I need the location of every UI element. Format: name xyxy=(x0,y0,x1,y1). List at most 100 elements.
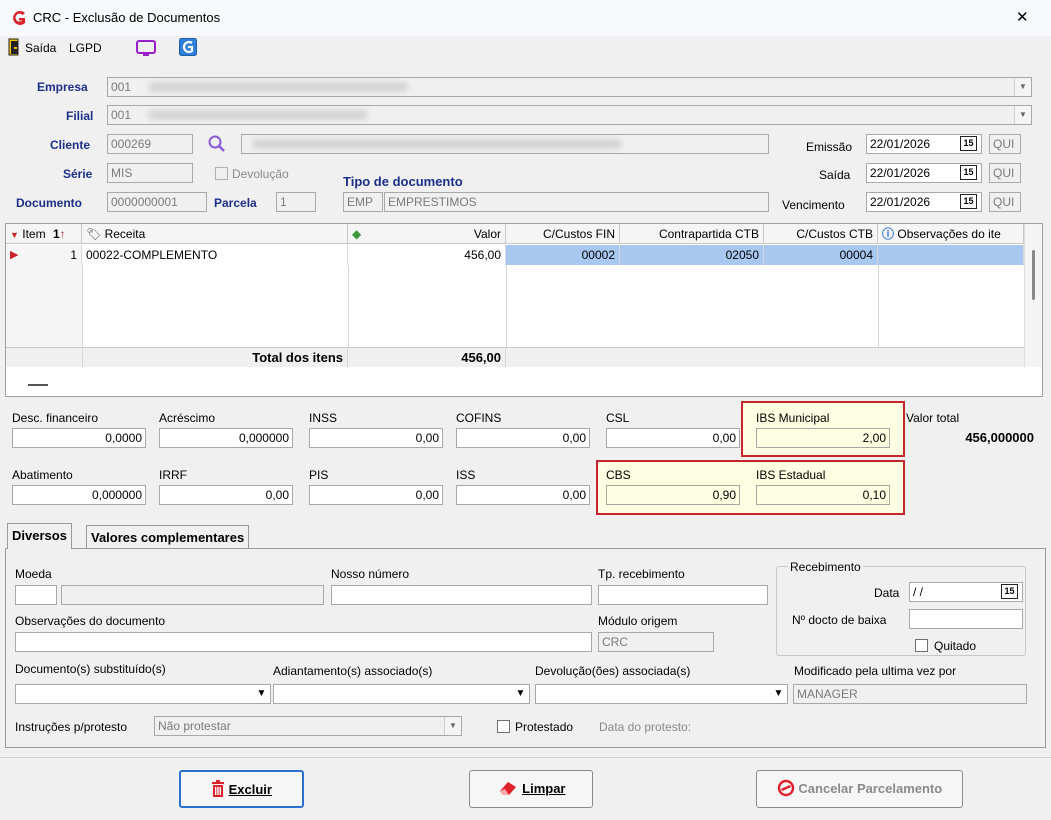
limpar-button[interactable]: Limpar xyxy=(469,770,593,808)
csl-input[interactable]: 0,00 xyxy=(606,428,740,448)
calendar-icon[interactable]: 15 xyxy=(960,194,977,209)
scrollbar-thumb[interactable] xyxy=(1032,250,1035,300)
irrf-label: IRRF xyxy=(159,468,187,482)
iss-label: ISS xyxy=(456,468,476,482)
column-header-ccfin[interactable]: C/Custos FIN xyxy=(506,224,620,244)
grid-scrollbar[interactable] xyxy=(1024,224,1042,367)
monitor-icon[interactable] xyxy=(135,39,157,60)
dropdown-arrow-icon: ▼ xyxy=(10,230,19,240)
cofins-input[interactable]: 0,00 xyxy=(456,428,590,448)
column-header-contrapartida[interactable]: Contrapartida CTB xyxy=(620,224,764,244)
grid-line xyxy=(82,265,83,347)
adiantamento-select[interactable]: ▼ xyxy=(273,684,530,704)
tp-recebimento-input[interactable] xyxy=(598,585,768,605)
cell-obs[interactable] xyxy=(878,245,1024,265)
table-row[interactable]: ▶ 1 00022-COMPLEMENTO 456,00 00002 02050… xyxy=(6,245,1024,265)
exit-door-icon[interactable] xyxy=(8,38,22,56)
obs-documento-input[interactable] xyxy=(15,632,592,652)
inss-input[interactable]: 0,00 xyxy=(309,428,443,448)
instr-protesto-combo[interactable]: Não protestar ▼ xyxy=(154,716,462,736)
total-value: 456,00 xyxy=(348,348,506,368)
ibs-municipal-input[interactable]: 2,00 xyxy=(756,428,890,448)
calendar-icon[interactable]: 15 xyxy=(960,136,977,151)
calendar-icon[interactable]: 15 xyxy=(960,165,977,180)
calendar-icon[interactable]: 15 xyxy=(1001,584,1018,599)
data-protesto-label: Data do protesto: xyxy=(599,720,692,734)
chevron-down-icon[interactable]: ▼ xyxy=(512,685,529,703)
csl-label: CSL xyxy=(606,411,630,425)
cell-ccfin[interactable]: 00002 xyxy=(506,245,620,265)
protestado-label: Protestado xyxy=(515,720,574,734)
emissao-date-input[interactable]: 22/01/2026 15 xyxy=(866,134,982,154)
chevron-down-icon[interactable]: ▼ xyxy=(1014,106,1031,124)
column-header-obs[interactable]: ⓘ Observações do ite xyxy=(878,224,1024,244)
parcela-input[interactable]: 1 xyxy=(276,192,316,212)
column-header-valor[interactable]: ◆ Valor xyxy=(348,224,506,244)
quitado-label: Quitado xyxy=(934,639,977,653)
irrf-input[interactable]: 0,00 xyxy=(159,485,293,505)
receb-data-input[interactable]: / / 15 xyxy=(909,582,1023,602)
cbs-input[interactable]: 0,90 xyxy=(606,485,740,505)
modulo-origem-field: CRC xyxy=(598,632,714,652)
quitado-checkbox[interactable] xyxy=(915,639,928,652)
acrescimo-input[interactable]: 0,000000 xyxy=(159,428,293,448)
chevron-down-icon[interactable]: ▼ xyxy=(770,685,787,703)
title-bar: CRC - Exclusão de Documentos ✕ xyxy=(0,0,1051,36)
cell-contrapartida[interactable]: 02050 xyxy=(620,245,764,265)
cell-ccctb[interactable]: 00004 xyxy=(764,245,878,265)
documento-input[interactable]: 0000000001 xyxy=(107,192,207,212)
desc-fin-input[interactable]: 0,0000 xyxy=(12,428,146,448)
obs-documento-label: Observações do documento xyxy=(15,614,166,628)
saida-date-input[interactable]: 22/01/2026 15 xyxy=(866,163,982,183)
g-app-icon[interactable] xyxy=(179,38,197,59)
vencimento-date-input[interactable]: 22/01/2026 15 xyxy=(866,192,982,212)
column-header-receita[interactable]: 🏷 Receita xyxy=(82,224,348,244)
grid-line xyxy=(506,265,507,347)
iss-input[interactable]: 0,00 xyxy=(456,485,590,505)
documento-label: Documento xyxy=(16,196,82,210)
close-button[interactable]: ✕ xyxy=(1016,8,1029,26)
inss-label: INSS xyxy=(309,411,338,425)
current-row-pointer-icon: ▶ xyxy=(10,249,19,261)
lgpd-button[interactable]: LGPD xyxy=(69,41,102,55)
cell-valor[interactable]: 456,00 xyxy=(348,245,506,265)
nosso-numero-input[interactable] xyxy=(331,585,592,605)
info-icon: ⓘ xyxy=(882,227,895,241)
cliente-input[interactable]: 000269 xyxy=(107,134,193,154)
empresa-combo[interactable]: 001 ▼ xyxy=(107,77,1032,97)
column-header-ccctb[interactable]: C/Custos CTB xyxy=(764,224,878,244)
tab-diversos[interactable]: Diversos xyxy=(7,523,72,549)
cancelar-parcelamento-button[interactable]: Cancelar Parcelamento xyxy=(756,770,963,808)
moeda-code-input[interactable] xyxy=(15,585,57,605)
exit-button[interactable]: Saída xyxy=(25,41,56,55)
cell-receita[interactable]: 00022-COMPLEMENTO xyxy=(82,245,348,265)
chevron-down-icon[interactable]: ▼ xyxy=(444,717,461,735)
doc-substituido-select[interactable]: ▼ xyxy=(15,684,271,704)
abatimento-input[interactable]: 0,000000 xyxy=(12,485,146,505)
search-icon[interactable] xyxy=(207,134,227,157)
chevron-down-icon[interactable]: ▼ xyxy=(1014,78,1031,96)
grid-line xyxy=(878,265,879,347)
ndocto-baixa-input[interactable] xyxy=(909,609,1023,629)
column-header-item[interactable]: ▼ Item 1↑ xyxy=(6,224,82,244)
excluir-button[interactable]: Excluir xyxy=(179,770,304,808)
devolucao-assoc-select[interactable]: ▼ xyxy=(535,684,788,704)
acrescimo-label: Acréscimo xyxy=(159,411,216,425)
items-grid[interactable]: ▼ Item 1↑ 🏷 Receita ◆ Valor C/Custos FIN… xyxy=(5,223,1043,397)
ibs-estadual-input[interactable]: 0,10 xyxy=(756,485,890,505)
instr-protesto-label: Instruções p/protesto xyxy=(15,720,128,734)
chevron-down-icon[interactable]: ▼ xyxy=(253,685,270,703)
serie-input[interactable]: MIS xyxy=(107,163,193,183)
serie-label: Série xyxy=(63,167,93,181)
column-label: Observações do ite xyxy=(897,227,1001,241)
protestado-checkbox[interactable] xyxy=(497,720,510,733)
pis-input[interactable]: 0,00 xyxy=(309,485,443,505)
filial-value: 001 xyxy=(111,108,132,122)
cliente-name-field xyxy=(241,134,769,154)
tab-valores-complementares[interactable]: Valores complementares xyxy=(86,525,250,549)
splitter-handle[interactable] xyxy=(28,384,48,386)
devolucao-checkbox[interactable] xyxy=(215,167,228,180)
row-indicator-column xyxy=(6,265,82,347)
receb-data-value: / / xyxy=(913,585,924,599)
filial-combo[interactable]: 001 ▼ xyxy=(107,105,1032,125)
